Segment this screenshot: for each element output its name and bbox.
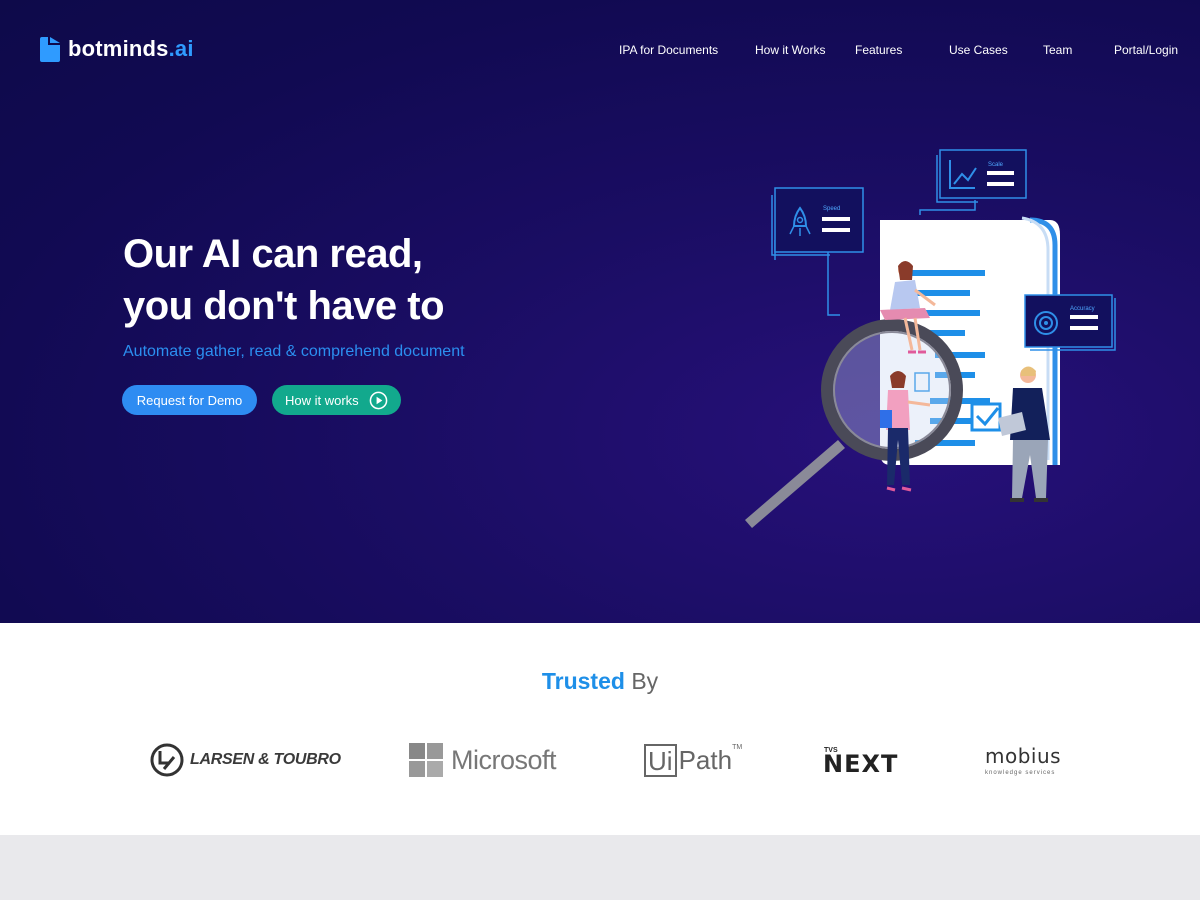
uipath-box: Ui (644, 743, 677, 777)
trusted-by-title: Trusted By (0, 668, 1200, 695)
headline-line-2: you don't have to (123, 284, 445, 328)
play-icon (369, 391, 388, 409)
main-nav: IPA for Documents How it Works Features … (0, 43, 1200, 59)
headline-line-1: Our AI can read, (123, 232, 423, 276)
trusted-title-strong: Trusted (541, 668, 625, 694)
hero-subline: Automate gather, read & comprehend docum… (123, 343, 465, 360)
nav-use-cases[interactable]: Use Cases (949, 43, 1008, 57)
how-it-works-button[interactable]: How it works (272, 385, 401, 415)
larsen-toubro-logo: LARSEN & TOUBRO (150, 740, 341, 780)
next-section (0, 835, 1200, 900)
mobius-name: mobius (985, 744, 1062, 768)
nav-ipa-for-documents[interactable]: IPA for Documents (619, 43, 718, 57)
magnifier-icon (745, 319, 963, 528)
scale-card: Scale (936, 149, 1027, 203)
how-it-works-label: How it works (285, 392, 359, 408)
request-demo-button[interactable]: Request for Demo (122, 385, 257, 415)
hero-section: botminds.ai IPA for Documents How it Wor… (0, 0, 1200, 623)
nav-how-it-works[interactable]: How it Works (755, 43, 825, 57)
lt-name: LARSEN & TOUBRO (190, 751, 341, 768)
speed-label: Speed (823, 206, 840, 212)
speed-card: Speed (771, 187, 864, 256)
mobius-subtitle: knowledge services (985, 770, 1056, 776)
next-name: NEXT (823, 750, 899, 778)
uipath-logo: Ui Path TM (644, 740, 742, 780)
trusted-title-light: By (631, 668, 659, 694)
lt-mark-icon (150, 743, 184, 777)
microsoft-squares-icon (409, 743, 443, 777)
microsoft-name: Microsoft (451, 744, 557, 775)
trusted-by-section (0, 623, 1200, 835)
request-demo-label: Request for Demo (136, 392, 243, 408)
nav-features[interactable]: Features (855, 43, 902, 57)
hero-headline: Our AI can read, you don't have to (123, 228, 445, 332)
uipath-tm: TM (732, 744, 743, 751)
hero-illustration: Speed Scale Accuracy (745, 149, 1116, 528)
nav-portal-login[interactable]: Portal/Login (1114, 43, 1178, 57)
accuracy-label: Accuracy (1070, 306, 1095, 312)
nav-team[interactable]: Team (1043, 43, 1072, 57)
uipath-path: Path (678, 744, 733, 775)
tvs-next-logo: NEXT (823, 744, 898, 784)
scale-label: Scale (988, 162, 1004, 168)
accuracy-card: Accuracy (1024, 294, 1116, 351)
microsoft-logo: Microsoft (409, 740, 557, 780)
